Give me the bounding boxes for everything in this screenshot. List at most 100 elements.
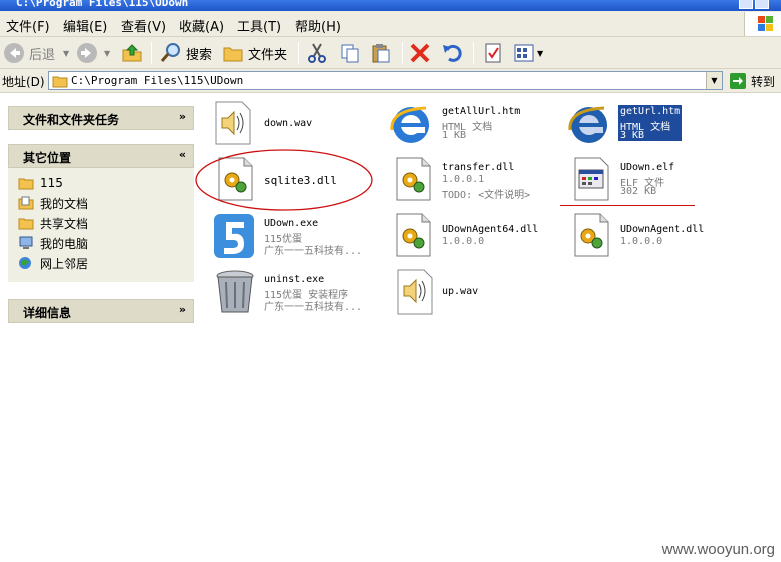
udown-app-icon [214,214,254,258]
menu-view[interactable]: 查看(V) [121,16,166,35]
menu-tools[interactable]: 工具(T) [237,16,281,35]
scissors-icon [308,43,326,63]
file-item-udown-elf[interactable]: UDown.elf ELF 文件 302 KB [572,156,732,206]
place-label: 网上邻居 [40,256,89,271]
place-item-115[interactable]: 115 [18,174,63,192]
minimize-button[interactable] [739,0,753,9]
title-bar: C:\Program Files\115\UDown [0,0,781,11]
file-name: UDown.exe [264,218,319,229]
folders-label: 文件夹 [248,47,288,63]
paste-icon [372,44,390,63]
dll-icon [574,213,609,257]
file-name: uninst.exe [264,274,325,285]
paste-button[interactable] [370,41,392,65]
file-item-getallurl-htm[interactable]: getAllUrl.htm HTML 文档 1 KB [388,100,548,150]
address-label: 地址(D) [2,75,45,89]
views-dropdown-icon[interactable]: ▼ [537,49,543,58]
folder-icon [52,76,68,88]
forward-dropdown-icon[interactable]: ▼ [104,49,110,58]
chevron-down-icon[interactable]: » [179,303,186,316]
views-button[interactable]: ▼ [513,41,543,65]
properties-icon [485,43,501,63]
search-icon [160,43,180,62]
documents-icon [18,196,34,210]
file-item-udown-exe[interactable]: UDown.exe 115优蛋 广东一一五科技有... [212,212,382,262]
file-name: UDownAgent64.dll [442,224,539,235]
menu-favorites[interactable]: 收藏(A) [179,16,224,35]
file-name: UDown.elf [620,162,675,173]
file-item-geturl-htm[interactable]: getUrl.htm HTML 文档 3 KB [566,100,726,150]
file-name: transfer.dll [442,162,515,173]
folders-icon [223,47,243,62]
dll-icon [396,157,431,201]
recycle-bin-icon [216,270,254,313]
toolbar-separator [473,42,474,64]
forward-button[interactable]: ▼ [76,41,110,65]
address-value: C:\Program Files\115\UDown [71,74,244,87]
search-button[interactable]: 搜索 [160,41,212,65]
file-item-uninst-exe[interactable]: uninst.exe 115优蛋 安装程序 广东一一五科技有... [212,268,382,318]
file-version: 1.0.0.1 [442,174,485,185]
menu-help[interactable]: 帮助(H) [295,16,341,35]
place-item-my-documents[interactable]: 我的文档 [18,194,88,212]
delete-button[interactable] [409,41,431,65]
file-item-udownagent-dll[interactable]: UDownAgent.dll 1.0.0.0 [572,212,742,262]
file-name: getAllUrl.htm [442,106,521,117]
go-arrow-icon [730,73,746,89]
chevron-up-icon[interactable]: « [179,148,186,161]
computer-icon [19,236,33,249]
views-icon [514,44,534,62]
window-title: C:\Program Files\115\UDown [16,0,189,9]
up-folder-button[interactable] [121,41,143,65]
go-button[interactable]: 转到 [730,72,775,90]
cut-button[interactable] [306,41,328,65]
delete-x-icon [410,43,430,63]
ie-icon [390,106,429,143]
file-version: 1.0.0.0 [620,236,663,247]
file-description: TODO: <文件说明> [442,190,531,201]
place-item-network[interactable]: 网上邻居 [18,254,88,272]
folder-icon [18,218,34,230]
menu-file[interactable]: 文件(F) [6,16,50,35]
address-dropdown-icon[interactable]: ▼ [706,72,722,89]
file-item-udownagent64-dll[interactable]: UDownAgent64.dll 1.0.0.0 [394,212,564,262]
file-company: 广东一一五科技有... [264,246,363,257]
place-label: 共享文档 [40,216,89,231]
back-button[interactable]: 后退 ▼ [3,41,69,65]
address-input[interactable]: C:\Program Files\115\UDown ▼ [48,71,723,90]
forward-arrow-icon [77,43,97,63]
chevron-down-icon[interactable]: » [179,110,186,123]
file-company: 广东一一五科技有... [264,302,363,313]
file-version: 1.0.0.0 [442,236,485,247]
undo-icon [443,44,462,62]
file-size: 1 KB [442,130,467,141]
file-tasks-title: 文件和文件夹任务 [23,113,120,127]
other-places-header[interactable]: 其它位置 « [8,144,194,168]
dll-icon [396,213,431,257]
file-tasks-header[interactable]: 文件和文件夹任务 » [8,106,194,130]
details-header[interactable]: 详细信息 » [8,299,194,323]
place-label: 我的电脑 [40,236,89,251]
undo-button[interactable] [441,41,463,65]
back-dropdown-icon[interactable]: ▼ [63,49,69,58]
place-item-shared-documents[interactable]: 共享文档 [18,214,88,232]
back-label: 后退 [29,47,56,63]
place-label: 我的文档 [40,196,89,211]
file-name: up.wav [442,286,479,297]
file-size: 302 KB [620,186,657,197]
file-item-transfer-dll[interactable]: transfer.dll 1.0.0.1 TODO: <文件说明> [394,156,554,206]
file-item-up-wav[interactable]: up.wav [394,268,544,318]
folders-button[interactable]: 文件夹 [222,41,287,65]
ie-icon [568,106,607,143]
menu-edit[interactable]: 编辑(E) [63,16,107,35]
search-label: 搜索 [186,47,213,63]
place-item-my-computer[interactable]: 我的电脑 [18,234,88,252]
file-item-down-wav[interactable]: down.wav [212,100,362,150]
go-label: 转到 [751,74,776,89]
file-name: UDownAgent.dll [620,224,705,235]
properties-button[interactable] [482,41,504,65]
copy-button[interactable] [339,41,361,65]
up-folder-icon [122,44,142,62]
windows-logo-icon [744,12,781,36]
maximize-button[interactable] [755,0,769,9]
